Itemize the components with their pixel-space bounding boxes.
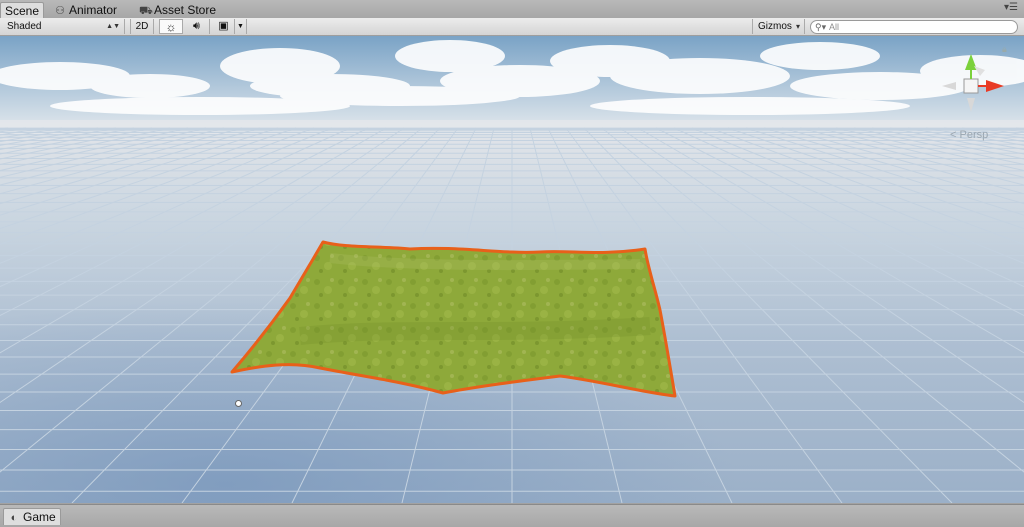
tab-scene-label: Scene (5, 4, 40, 18)
tab-game-label: Game (23, 510, 56, 524)
lighting-toggle-button[interactable]: ☼ (159, 19, 183, 34)
game-icon: ◐ (10, 512, 18, 524)
tab-scene[interactable]: Scene (0, 2, 45, 19)
speaker-icon: 🔊︎ (193, 20, 200, 32)
image-icon: ▣ (218, 20, 229, 32)
search-input[interactable]: ⚲▾ All (810, 20, 1018, 34)
chevron-down-icon: ▼ (237, 23, 244, 30)
scene-canvas (0, 36, 1024, 503)
2d-label: 2D (135, 21, 149, 32)
tab-menu-icon[interactable]: ▾☰ (1004, 2, 1018, 13)
audio-toggle-button[interactable]: 🔊︎ (184, 19, 210, 34)
bottom-tab-bar: ◐ Game (0, 504, 1024, 527)
dropdown-caret-icon: ▲▼ (106, 23, 120, 30)
tab-asset-store[interactable]: ⛟Asset Store (139, 2, 216, 18)
scene-toolbar: Shaded ▲▼ 2D ☼ 🔊︎ ▣ ▼ Gizmos ▾ ⚲▾ All (0, 18, 1024, 36)
animator-icon: ⚇ (55, 5, 65, 17)
scene-viewport[interactable]: 🔒︎ < Persp (0, 36, 1024, 503)
tab-game[interactable]: ◐ Game (3, 508, 61, 525)
sun-icon: ☼ (165, 20, 177, 34)
pivot-point[interactable] (235, 400, 242, 407)
asset-store-icon: ⛟ (139, 5, 153, 17)
search-icon: ⚲▾ (815, 22, 827, 32)
chevron-down-icon: ▾ (795, 22, 800, 31)
gizmos-dropdown[interactable]: Gizmos ▾ (752, 19, 805, 34)
tab-animator-label: Animator (69, 3, 118, 17)
tab-asset-store-label: Asset Store (154, 3, 217, 17)
shading-mode-label: Shaded (7, 21, 42, 32)
tab-animator[interactable]: ⚇ Animator (54, 2, 117, 18)
shading-mode-dropdown[interactable]: Shaded ▲▼ (4, 19, 125, 34)
tab-bar: Scene ⚇ Animator ⛟Asset Store ▾☰ (0, 0, 1024, 19)
projection-label[interactable]: < Persp (950, 129, 988, 141)
gizmos-label: Gizmos (758, 21, 792, 32)
projection-text: Persp (959, 129, 989, 141)
effects-dropdown-button[interactable]: ▼ (235, 19, 247, 34)
search-placeholder: All (829, 22, 840, 32)
lock-icon[interactable]: 🔒︎ (1002, 44, 1007, 55)
effects-toggle-button[interactable]: ▣ (213, 19, 235, 34)
2d-toggle-button[interactable]: 2D (130, 19, 154, 34)
